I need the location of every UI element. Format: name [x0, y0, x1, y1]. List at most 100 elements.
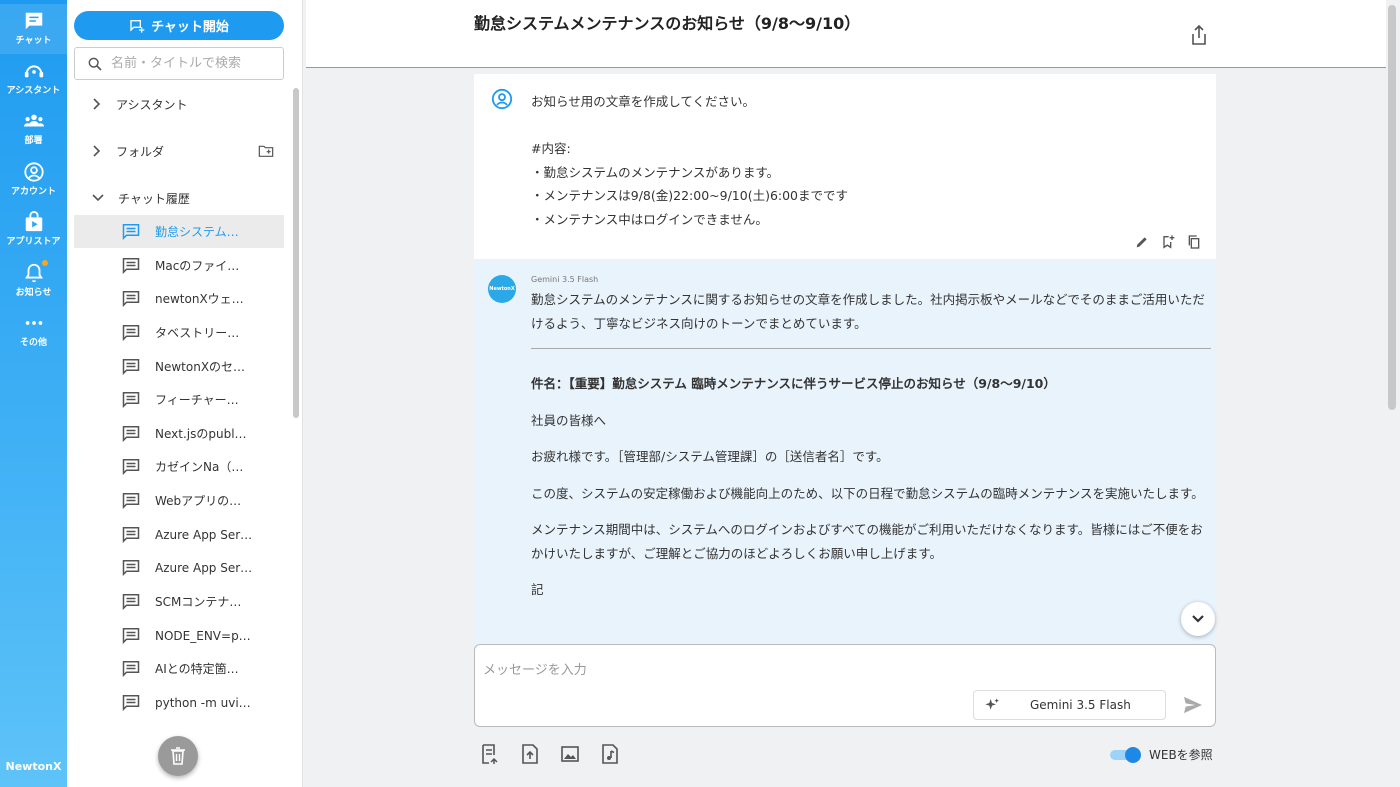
chevron-down-icon [1192, 615, 1204, 623]
user-message-text: お知らせ用の文章を作成してください。 #内容: ・勤怠システムのメンテナンスがあ… [531, 90, 848, 231]
page-title: 勤怠システムメンテナンスのお知らせ（9/8〜9/10） [474, 14, 861, 33]
chat-history-icon [122, 527, 140, 543]
history-item-label: NODE_ENV=p… [155, 628, 251, 643]
composer-toolbar [481, 744, 619, 764]
history-item[interactable]: 勤怠システム… [74, 215, 284, 248]
history-item-label: フィーチャー… [155, 393, 239, 407]
web-search-toggle[interactable]: WEBを参照 [1110, 746, 1213, 763]
share-icon[interactable] [1191, 25, 1207, 45]
upload-audio-button[interactable] [601, 744, 619, 764]
history-item[interactable]: newtonXウェ… [74, 282, 284, 315]
ai-message: NewtonX Gemini 3.5 Flash 勤怠システムのメンテナンスに関… [474, 259, 1216, 645]
bookmark-add-icon[interactable] [1160, 234, 1176, 250]
history-item[interactable]: Azure App Ser… [74, 551, 284, 584]
appstore-icon [25, 211, 42, 232]
rail-item-appstore[interactable]: アプリストア [0, 205, 67, 255]
web-search-label: WEBを参照 [1149, 748, 1213, 762]
edit-icon[interactable] [1134, 234, 1150, 250]
history-item[interactable]: タベストリー… [74, 316, 284, 349]
rail-item-more[interactable]: その他 [0, 306, 67, 356]
folder-add-icon[interactable] [258, 143, 274, 159]
chat-scrollbar[interactable] [1388, 5, 1396, 410]
history-item-label: Webアプリの… [155, 494, 242, 508]
account-icon [23, 162, 44, 182]
rail-label: アシスタント [6, 86, 61, 96]
section-label: アシスタント [116, 97, 188, 112]
chat-history-icon [122, 258, 140, 274]
history-item-label: Macのファイ… [155, 259, 240, 273]
history-item[interactable]: AIとの特定箇… [74, 652, 284, 685]
send-icon[interactable] [1183, 696, 1203, 714]
new-chat-button[interactable]: チャット開始 [74, 11, 284, 40]
chat-history-icon [122, 392, 140, 408]
ai-paragraph: この度、システムの安定稼働および機能向上のため、以下の日程で勤怠システムの臨時メ… [531, 485, 1204, 501]
chat-icon [25, 12, 42, 30]
chat-history-icon [122, 594, 140, 610]
history-item[interactable]: SCMコンテナ… [74, 585, 284, 618]
history-item[interactable]: NewtonXのセ… [74, 350, 284, 383]
search-icon [88, 57, 102, 71]
more-icon [25, 321, 42, 325]
rail-item-department[interactable]: 部署 [0, 104, 67, 154]
history-item-label: AIとの特定箇… [155, 662, 239, 676]
toggle-switch[interactable] [1110, 746, 1141, 763]
rail-item-account[interactable]: アカウント [0, 155, 67, 205]
upload-file-icon [522, 744, 538, 764]
history-item-label: newtonXウェ… [155, 292, 244, 306]
section-assistant[interactable]: アシスタント [74, 89, 284, 119]
history-item-label: タベストリー… [155, 326, 240, 340]
chat-header: 勤怠システムメンテナンスのお知らせ（9/8〜9/10） [306, 0, 1386, 68]
history-item[interactable]: フィーチャー… [74, 383, 284, 416]
upload-file-button[interactable] [521, 744, 539, 764]
rail-item-assistant[interactable]: アシスタント [0, 54, 67, 104]
history-item-label: python -m uvi… [155, 695, 251, 710]
chat-history-icon [122, 560, 140, 576]
history-item-label: SCMコンテナ… [155, 595, 242, 609]
model-selector[interactable]: Gemini 3.5 Flash [973, 690, 1166, 720]
sidebar-scrollbar[interactable] [293, 88, 299, 418]
image-icon [561, 746, 579, 762]
chat-history-icon [122, 493, 140, 509]
upload-image-button[interactable] [561, 744, 579, 764]
chevron-right-icon [93, 145, 101, 157]
brand-logo: NewtonX [5, 760, 62, 773]
chat-history-icon [122, 359, 140, 375]
rail-item-chat[interactable]: チャット [0, 4, 67, 54]
user-message-line: ・勤怠システムのメンテナンスがあります。 [531, 164, 780, 180]
message-actions [1134, 234, 1202, 250]
search-box [74, 47, 284, 80]
notification-dot [42, 260, 48, 266]
bell-icon [24, 263, 43, 283]
chat-history-icon [122, 661, 140, 677]
trash-icon [171, 747, 185, 765]
delete-button[interactable] [158, 736, 198, 776]
message-input[interactable] [483, 659, 1203, 683]
ai-subject: 件名：【重要】勤怠システム 臨時メンテナンスに伴うサービス停止のお知らせ（9/8… [531, 376, 1056, 391]
user-message-line: お知らせ用の文章を作成してください。 [531, 94, 756, 109]
rail-label: アカウント [10, 187, 56, 197]
rail-label: 部署 [24, 136, 43, 146]
history-item[interactable]: Webアプリの… [74, 484, 284, 517]
new-chat-icon [130, 19, 145, 33]
rail-item-notifications[interactable]: お知らせ [0, 256, 67, 306]
history-item[interactable]: NODE_ENV=p… [74, 619, 284, 652]
department-icon [23, 114, 44, 127]
chat-history-icon [122, 459, 140, 475]
copy-icon[interactable] [1186, 234, 1202, 250]
history-item[interactable]: Azure App Ser… [74, 518, 284, 551]
chat-history-icon [122, 628, 140, 644]
section-label: チャット履歴 [118, 191, 190, 206]
chat-history-icon [122, 325, 140, 341]
search-input[interactable] [111, 56, 271, 71]
scroll-down-button[interactable] [1181, 602, 1215, 636]
history-item[interactable]: Macのファイ… [74, 249, 284, 282]
section-folder[interactable]: フォルダ [74, 136, 284, 166]
template-button[interactable] [481, 744, 499, 764]
history-item-label: NewtonXのセ… [155, 360, 246, 374]
history-item[interactable]: Next.jsのpubl… [74, 417, 284, 450]
user-avatar-icon [491, 88, 513, 110]
history-item-label: 勤怠システム… [155, 225, 239, 239]
history-item[interactable]: python -m uvi… [74, 686, 284, 719]
history-item[interactable]: カゼインNa（… [74, 450, 284, 483]
section-history[interactable]: チャット履歴 [74, 183, 284, 213]
